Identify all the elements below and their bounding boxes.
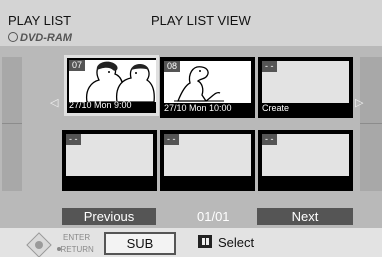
header-bar: PLAY LIST PLAY LIST VIEW DVD-RAM xyxy=(0,0,382,46)
disc-label: DVD-RAM xyxy=(8,32,72,44)
page-indicator: 01/01 xyxy=(197,209,230,224)
return-label: RETURN xyxy=(60,245,94,254)
thumbnail-number: - - xyxy=(262,134,277,145)
page-title: PLAY LIST xyxy=(8,13,72,28)
previous-button[interactable]: Previous xyxy=(62,208,156,225)
thumbnail-number: 07 xyxy=(69,60,86,71)
thumbnail-number: - - xyxy=(66,134,81,145)
submenu-button[interactable]: SUB MENU xyxy=(104,232,176,257)
thumbnail-caption: 27/10 Mon 10:00 xyxy=(164,103,232,113)
thumbnail-number: - - xyxy=(164,134,179,145)
playlist-thumbnail-create[interactable]: - - Create xyxy=(258,57,353,118)
scroll-right-panel[interactable] xyxy=(360,57,382,191)
playlist-thumbnail-4[interactable]: - - xyxy=(62,130,157,191)
disc-type: DVD-RAM xyxy=(20,32,72,44)
pause-icon xyxy=(198,235,212,248)
enter-label: ENTER xyxy=(63,233,91,242)
view-title: PLAY LIST VIEW xyxy=(151,13,251,28)
thumbnail-number: 08 xyxy=(164,61,181,72)
right-arrow-icon[interactable]: ▷ xyxy=(355,96,363,109)
playlist-thumbnail-6[interactable]: - - xyxy=(258,130,353,191)
thumbnail-number: - - xyxy=(262,61,277,72)
playlist-thumbnail-1[interactable]: 07 27/10 Mon 9:00 xyxy=(64,55,159,116)
scroll-left-panel[interactable] xyxy=(2,57,22,191)
disc-icon xyxy=(8,32,18,42)
next-button[interactable]: Next xyxy=(257,208,353,225)
left-arrow-icon[interactable]: ◁ xyxy=(50,96,58,109)
playlist-screen: PLAY LIST PLAY LIST VIEW DVD-RAM ◁ ▷ 07 … xyxy=(0,0,382,257)
enter-dot-icon xyxy=(35,241,43,249)
select-label: Select xyxy=(218,235,255,250)
playlist-thumbnail-5[interactable]: - - xyxy=(160,130,255,191)
playlist-thumbnail-2[interactable]: 08 27/10 Mon 10:00 xyxy=(160,57,255,118)
thumbnail-caption: 27/10 Mon 9:00 xyxy=(69,100,132,110)
create-label: Create xyxy=(262,103,290,113)
